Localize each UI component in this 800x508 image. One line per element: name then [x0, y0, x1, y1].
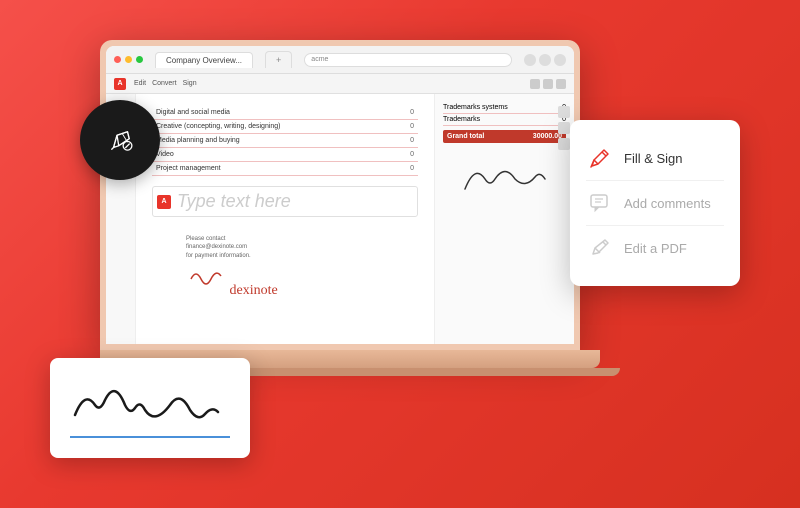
table-row: Media planning and buying 0: [152, 134, 418, 148]
fill-sign-icon: [586, 144, 614, 172]
table-cell-label: Media planning and buying: [152, 134, 398, 148]
table-cell-label: Creative (concepting, writing, designing…: [152, 120, 398, 134]
popup-item-add-comments[interactable]: Add comments: [586, 181, 724, 226]
side-icon-3[interactable]: [558, 138, 570, 150]
panel-row-trademarks: Trademarks 0: [443, 114, 566, 126]
laptop-screen-outer: Company Overview... + acme A: [100, 40, 580, 350]
doc-content: Digital and social media 0 Creative (con…: [106, 94, 574, 344]
comment-svg-icon: [588, 191, 612, 215]
side-icons: [558, 106, 570, 150]
edit-pdf-icon: [586, 234, 614, 262]
side-icon-1[interactable]: [558, 106, 570, 118]
browser-action-3[interactable]: [554, 54, 566, 66]
fill-sign-circle-button[interactable]: [80, 100, 160, 180]
table-row: Digital and social media 0: [152, 106, 418, 120]
type-placeholder: Type text here: [177, 191, 291, 212]
toolbar-icon-1[interactable]: [530, 79, 540, 89]
popup-item-edit-pdf[interactable]: Edit a PDF: [586, 226, 724, 270]
table-row: Project management 0: [152, 162, 418, 176]
browser-dot-green: [136, 56, 143, 63]
table-cell-value: 0: [398, 106, 418, 120]
browser-actions: [524, 54, 566, 66]
toolbar-menu-item-sign[interactable]: Sign: [183, 80, 197, 87]
doc-signature-area: [443, 159, 566, 201]
main-scene: Company Overview... + acme A: [0, 0, 800, 508]
browser-action-2[interactable]: [539, 54, 551, 66]
type-text-area[interactable]: A Type text here: [152, 186, 418, 217]
browser-tab-plus[interactable]: +: [265, 51, 292, 68]
brand-signature-svg: [186, 264, 226, 294]
toolbar-icon-3[interactable]: [556, 79, 566, 89]
contact-area: Please contactfinance@dexinote.comfor pa…: [186, 235, 278, 299]
browser-tab[interactable]: Company Overview...: [155, 52, 253, 68]
signature-content: [50, 358, 250, 458]
doc-table: Digital and social media 0 Creative (con…: [152, 106, 418, 176]
laptop: Company Overview... + acme A: [100, 40, 600, 380]
doc-signature-svg: [455, 159, 555, 199]
browser-chrome: Company Overview... + acme: [106, 46, 574, 74]
signature-svg: [60, 370, 240, 440]
browser-url-bar[interactable]: acme: [304, 53, 512, 67]
add-comments-label: Add comments: [624, 196, 711, 211]
toolbar-search: [530, 79, 566, 89]
doc-main: Digital and social media 0 Creative (con…: [136, 94, 434, 344]
adobe-icon-small: A: [157, 195, 171, 209]
table-cell-label: Project management: [152, 162, 398, 176]
table-cell-value: 0: [398, 148, 418, 162]
edit-pdf-label: Edit a PDF: [624, 241, 687, 256]
toolbar-icon-2[interactable]: [543, 79, 553, 89]
doc-right-panel: Trademarks systems 0 Trademarks 0 Grand …: [434, 94, 574, 344]
popup-card: Fill & Sign Add comments: [570, 120, 740, 286]
add-comments-icon: [586, 189, 614, 217]
browser-dot-red: [114, 56, 121, 63]
table-row: Video 0: [152, 148, 418, 162]
signature-card: [50, 358, 250, 458]
browser-dot-yellow: [125, 56, 132, 63]
table-cell-value: 0: [398, 162, 418, 176]
adobe-logo: A: [114, 78, 126, 90]
signature-text: [60, 370, 240, 447]
adobe-toolbar: A Edit Convert Sign: [106, 74, 574, 94]
table-row: Creative (concepting, writing, designing…: [152, 120, 418, 134]
panel-row-trademarks-systems: Trademarks systems 0: [443, 102, 566, 114]
browser-action-1[interactable]: [524, 54, 536, 66]
popup-item-fill-sign[interactable]: Fill & Sign: [586, 136, 724, 181]
laptop-screen-inner: Company Overview... + acme A: [106, 46, 574, 344]
brand-logo-script: dexinote: [186, 264, 278, 299]
fill-sign-label: Fill & Sign: [624, 151, 683, 166]
pen-circle-icon: [103, 123, 138, 158]
table-cell-value: 0: [398, 120, 418, 134]
contact-text: Please contactfinance@dexinote.comfor pa…: [186, 235, 278, 260]
side-icon-2[interactable]: [558, 122, 570, 134]
toolbar-menu-item-convert[interactable]: Convert: [152, 80, 177, 87]
toolbar-menu: Edit Convert Sign: [134, 80, 197, 87]
table-cell-label: Digital and social media: [152, 106, 398, 120]
fill-sign-svg-icon: [588, 146, 612, 170]
table-cell-value: 0: [398, 134, 418, 148]
toolbar-menu-item-edit[interactable]: Edit: [134, 80, 146, 87]
edit-svg-icon: [588, 236, 612, 260]
grand-total-row: Grand total 30000.00: [443, 130, 566, 143]
table-cell-label: Video: [152, 148, 398, 162]
